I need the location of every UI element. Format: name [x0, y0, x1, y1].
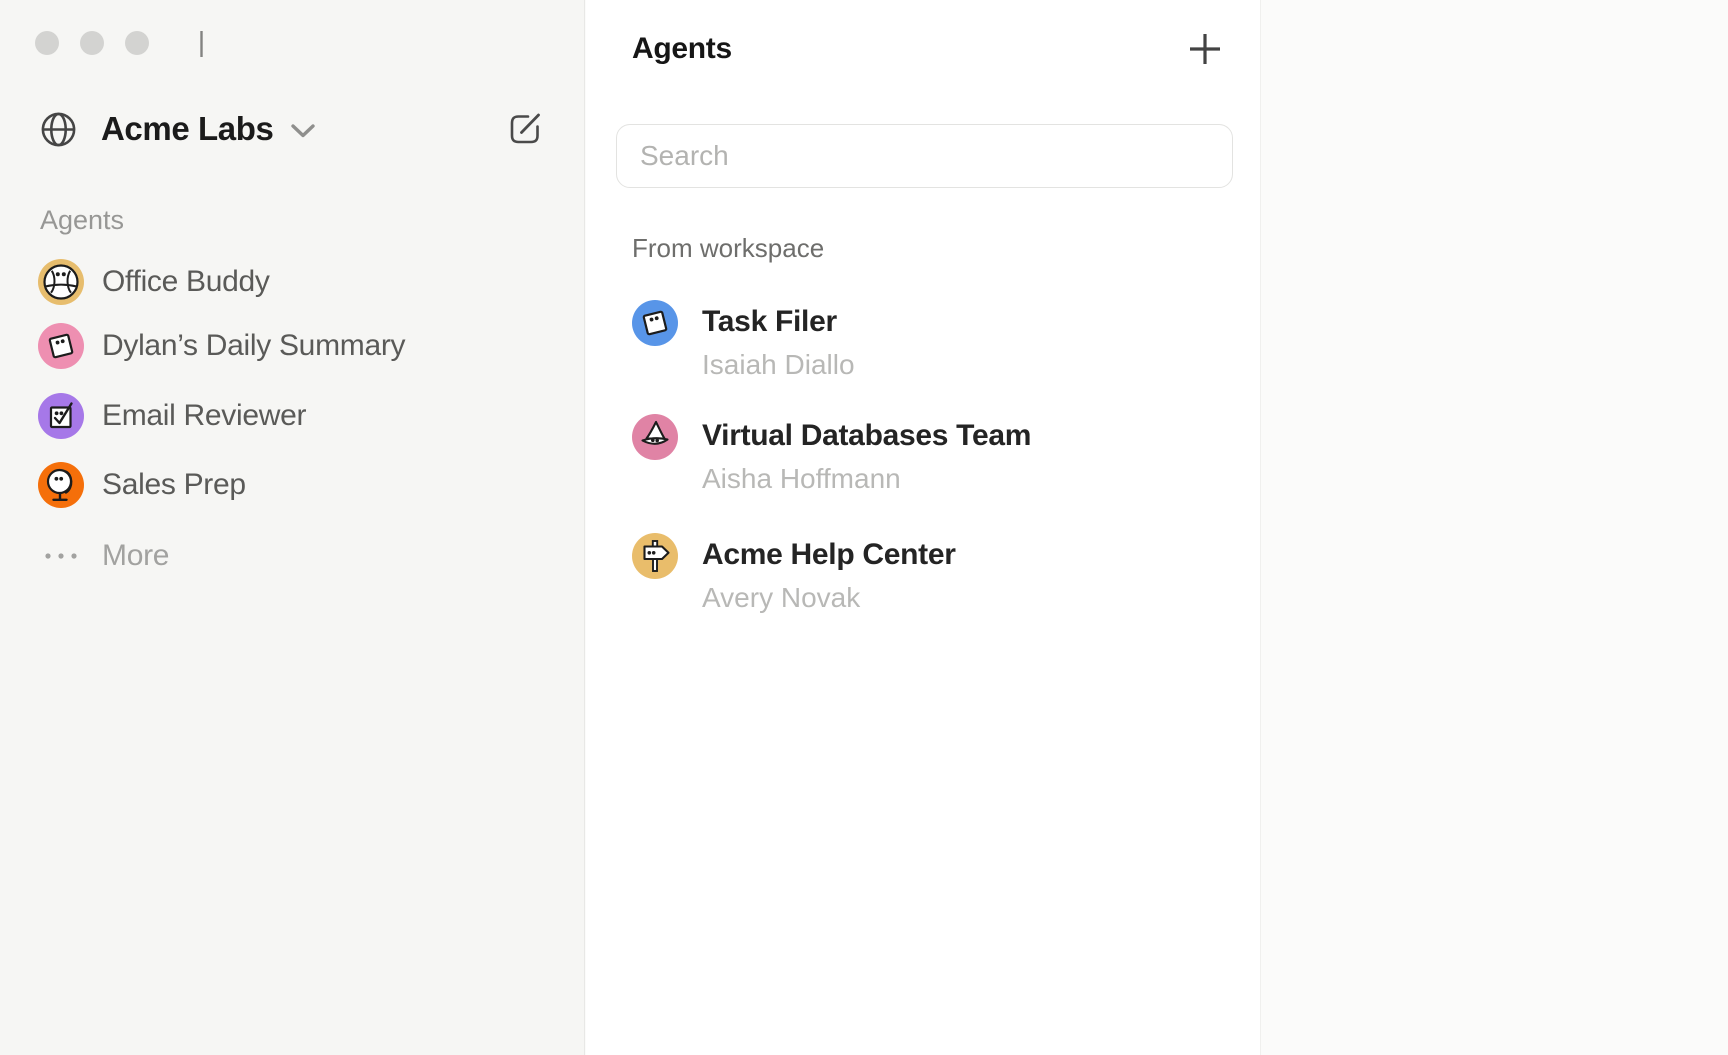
agent-row-task-filer[interactable]: Task Filer Isaiah Diallo — [632, 300, 855, 382]
sidebar-item-label: Email Reviewer — [102, 399, 306, 433]
panel-title: Agents — [632, 32, 732, 66]
note-face-icon — [632, 300, 678, 346]
check-square-face-icon — [38, 393, 84, 439]
workspace-name: Acme Labs — [101, 110, 273, 148]
sidebar-item-email-reviewer[interactable]: Email Reviewer — [38, 393, 306, 439]
sidebar-item-label: Office Buddy — [102, 265, 270, 299]
ball-face-icon — [38, 259, 84, 305]
sidebar-item-label: Sales Prep — [102, 468, 246, 502]
agent-row-virtual-databases-team[interactable]: Virtual Databases Team Aisha Hoffmann — [632, 414, 1031, 496]
globe-icon — [41, 112, 76, 147]
new-chat-button[interactable] — [506, 110, 544, 148]
content-area — [1260, 0, 1728, 1055]
agent-owner: Aisha Hoffmann — [702, 462, 1031, 496]
chevron-down-icon — [291, 124, 315, 138]
hat-face-icon — [632, 414, 678, 460]
desk-globe-face-icon — [38, 462, 84, 508]
search-input[interactable] — [616, 124, 1233, 188]
signpost-face-icon — [632, 533, 678, 579]
sidebar-item-office-buddy[interactable]: Office Buddy — [38, 259, 270, 305]
add-agent-button[interactable] — [1186, 30, 1224, 68]
window-controls — [35, 31, 149, 55]
agent-name: Task Filer — [702, 304, 855, 340]
sidebar-item-label: More — [102, 539, 169, 573]
agents-panel: Agents From workspace Task Filer Isaiah … — [586, 0, 1260, 1055]
agent-owner: Avery Novak — [702, 581, 956, 615]
sidebar-toggle-icon — [188, 29, 226, 59]
zoom-button[interactable] — [125, 31, 149, 55]
sidebar-section-label: Agents — [40, 205, 124, 236]
close-button[interactable] — [35, 31, 59, 55]
sidebar-toggle-button[interactable] — [186, 26, 228, 62]
sidebar-item-label: Dylan’s Daily Summary — [102, 329, 405, 363]
sidebar-item-sales-prep[interactable]: Sales Prep — [38, 462, 246, 508]
sidebar-item-more[interactable]: More — [38, 533, 169, 579]
ellipsis-icon — [38, 533, 84, 579]
agent-owner: Isaiah Diallo — [702, 348, 855, 382]
compose-icon — [507, 111, 543, 147]
workspace-switcher[interactable]: Acme Labs — [41, 110, 315, 148]
plus-icon — [1188, 32, 1222, 66]
sidebar-item-dylans-daily-summary[interactable]: Dylan’s Daily Summary — [38, 323, 405, 369]
minimize-button[interactable] — [80, 31, 104, 55]
agent-row-acme-help-center[interactable]: Acme Help Center Avery Novak — [632, 533, 956, 615]
note-face-icon — [38, 323, 84, 369]
agent-name: Virtual Databases Team — [702, 418, 1031, 454]
panel-section-label: From workspace — [632, 233, 824, 264]
sidebar: Acme Labs Agents Office Buddy — [0, 0, 585, 1055]
agent-name: Acme Help Center — [702, 537, 956, 573]
